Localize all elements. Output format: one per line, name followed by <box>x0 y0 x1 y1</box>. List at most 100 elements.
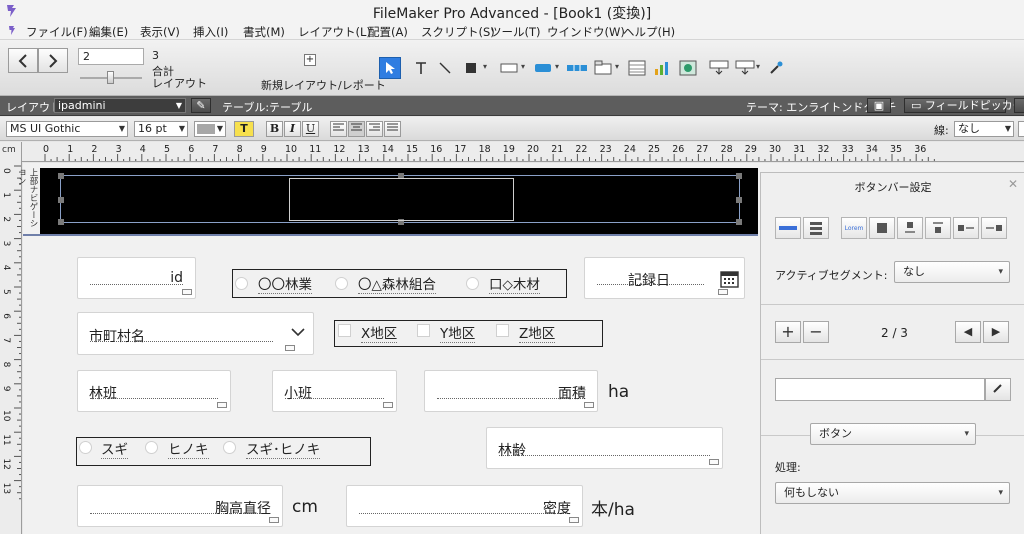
menu-insert[interactable]: 挿入(I) <box>193 24 228 40</box>
municipality-field[interactable]: 市町村名 <box>77 312 314 355</box>
active-segment-select[interactable]: なし ▾ <box>894 261 1010 283</box>
italic-button[interactable]: I <box>284 121 301 137</box>
shape-tool-dropdown-icon[interactable]: ▾ <box>483 62 491 74</box>
resize-handle[interactable] <box>736 219 742 225</box>
menu-arrange[interactable]: 配置(A) <box>368 24 408 40</box>
next-segment-button[interactable]: ▶ <box>983 321 1009 343</box>
font-size-select[interactable]: 16 pt ▼ <box>134 121 188 137</box>
icon-left-style-button[interactable] <box>953 217 979 239</box>
menu-format[interactable]: 書式(M) <box>243 24 285 40</box>
calendar-icon[interactable] <box>720 270 739 288</box>
resize-handle[interactable] <box>736 173 742 179</box>
vertical-layout-button[interactable] <box>803 217 829 239</box>
resize-handle[interactable] <box>58 219 64 225</box>
menu-edit[interactable]: 編集(E) <box>89 24 128 40</box>
density-field[interactable]: 密度 <box>346 485 583 527</box>
font-select[interactable]: MS UI Gothic ▼ <box>6 121 128 137</box>
tab-control-dropdown-icon[interactable]: ▾ <box>615 62 623 74</box>
checkbox[interactable] <box>417 324 430 337</box>
checkbox[interactable] <box>496 324 509 337</box>
chevron-down-icon[interactable] <box>291 326 305 338</box>
radio-button[interactable] <box>223 441 236 454</box>
format-painter-tool[interactable] <box>765 57 787 79</box>
radio-button[interactable] <box>145 441 158 454</box>
menu-layouts[interactable]: レイアウト(L) <box>298 24 371 40</box>
align-justify-button[interactable] <box>384 121 401 137</box>
menu-tools[interactable]: ツール(T) <box>490 24 541 40</box>
bold-button[interactable]: B <box>266 121 283 137</box>
align-center-button[interactable] <box>348 121 365 137</box>
sub-group-field[interactable]: 小班 <box>272 370 397 412</box>
insert-part-tool[interactable] <box>734 57 756 79</box>
top-navigation-part-label[interactable]: 上部ナビゲーション <box>16 168 39 234</box>
add-segment-button[interactable]: + <box>775 321 801 343</box>
text-color-select[interactable]: ▼ <box>194 121 226 137</box>
button-bar-segment[interactable] <box>289 178 514 221</box>
change-theme-button[interactable]: ▣ <box>867 98 891 113</box>
line-style-select[interactable]: なし ▼ <box>954 121 1014 137</box>
new-layout-icon[interactable]: + <box>304 54 316 66</box>
resize-handle[interactable] <box>58 173 64 179</box>
field-tool-dropdown-icon[interactable]: ▾ <box>521 62 529 74</box>
radio-button[interactable] <box>335 277 348 290</box>
previous-layout-button[interactable] <box>8 48 38 73</box>
inspector-button[interactable] <box>1014 98 1024 113</box>
forest-group-field[interactable]: 林班 <box>77 370 231 412</box>
highlight-button[interactable]: T <box>234 121 254 137</box>
previous-segment-button[interactable]: ◀ <box>955 321 981 343</box>
horizontal-layout-button[interactable] <box>775 217 801 239</box>
field-tool[interactable] <box>498 57 520 79</box>
icon-top-style-button[interactable] <box>897 217 923 239</box>
app-menu-icon[interactable] <box>8 25 16 36</box>
dbh-field[interactable]: 胸高直径 <box>77 485 283 527</box>
align-left-button[interactable] <box>330 121 347 137</box>
part-divider[interactable] <box>23 234 758 236</box>
radio-button[interactable] <box>235 277 248 290</box>
species-radio-group[interactable]: スギ ヒノキ スギ･ヒノキ <box>76 437 371 466</box>
resize-handle[interactable] <box>736 197 742 203</box>
radio-button[interactable] <box>466 277 479 290</box>
web-viewer-tool[interactable] <box>677 57 699 79</box>
segment-label-input[interactable] <box>775 378 985 401</box>
chart-tool[interactable] <box>651 57 673 79</box>
menu-window[interactable]: ウインドウ(W) <box>547 24 625 40</box>
tab-control-tool[interactable] <box>592 57 614 79</box>
underline-button[interactable]: U <box>302 121 319 137</box>
segment-type-select[interactable]: ボタン ▾ <box>810 423 976 445</box>
button-bar-tool[interactable] <box>566 57 588 79</box>
district-checkbox-group[interactable]: X地区 Y地区 Z地区 <box>334 320 603 347</box>
line-tool[interactable] <box>434 57 456 79</box>
shape-tool[interactable] <box>460 57 482 79</box>
organization-radio-group[interactable]: 〇〇林業 〇△森林組合 口◇木材 <box>232 269 567 298</box>
area-field[interactable]: 面積 <box>424 370 598 412</box>
layout-number-input[interactable]: 2 <box>78 48 144 65</box>
icon-only-style-button[interactable] <box>869 217 895 239</box>
field-picker-button[interactable]: ▭ フィールドピッカー <box>904 98 1024 113</box>
portal-tool[interactable] <box>626 57 648 79</box>
menu-file[interactable]: ファイル(F) <box>26 24 88 40</box>
icon-bottom-style-button[interactable] <box>925 217 951 239</box>
line-width-select[interactable] <box>1018 121 1024 137</box>
remove-segment-button[interactable]: − <box>803 321 829 343</box>
menu-scripts[interactable]: スクリプト(S) <box>421 24 495 40</box>
align-right-button[interactable] <box>366 121 383 137</box>
radio-button[interactable] <box>79 441 92 454</box>
action-select[interactable]: 何もしない ▾ <box>775 482 1010 504</box>
new-layout-report-button[interactable]: 新規レイアウト/レポート <box>261 77 386 93</box>
insert-field-tool[interactable] <box>708 57 730 79</box>
age-field[interactable]: 林齢 <box>486 427 723 469</box>
checkbox[interactable] <box>338 324 351 337</box>
edit-layout-button[interactable]: ✎ <box>191 98 211 113</box>
layout-slider-handle[interactable] <box>107 71 114 84</box>
pointer-tool[interactable] <box>379 57 401 79</box>
button-tool[interactable] <box>532 57 554 79</box>
record-date-field[interactable]: 記録日 <box>584 257 745 299</box>
close-icon[interactable]: ✕ <box>1008 177 1018 191</box>
id-field[interactable]: id <box>77 257 196 299</box>
icon-right-style-button[interactable] <box>981 217 1007 239</box>
layout-select[interactable]: ipadmini ▼ <box>54 98 186 113</box>
menu-help[interactable]: ヘルプ(H) <box>623 24 675 40</box>
insert-part-dropdown-icon[interactable]: ▾ <box>756 62 764 74</box>
edit-segment-label-button[interactable] <box>985 378 1011 401</box>
menu-view[interactable]: 表示(V) <box>140 24 180 40</box>
